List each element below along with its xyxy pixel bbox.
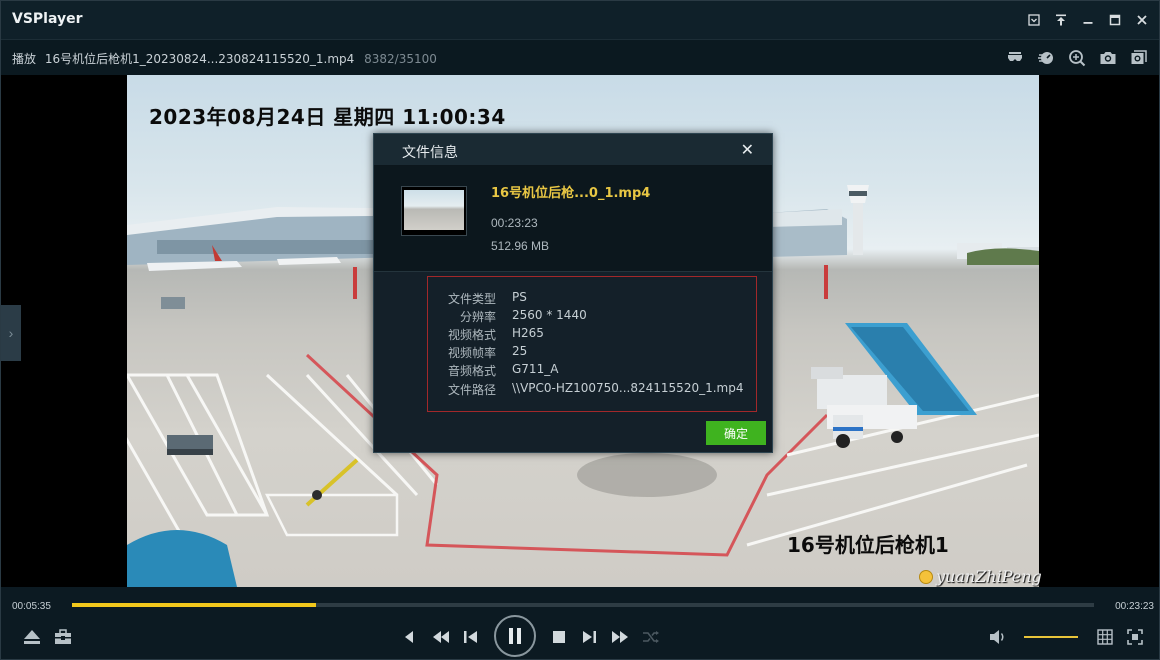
info-value: H265 <box>512 326 544 340</box>
dialog-file-size: 512.96 MB <box>491 239 550 253</box>
eject-icon <box>24 630 40 644</box>
pin-icon <box>1056 14 1066 26</box>
info-key: 音频格式 <box>447 364 496 378</box>
tray-icon <box>1028 14 1040 26</box>
stop-icon <box>553 631 565 643</box>
dialog-duration: 00:23:23 <box>491 216 538 230</box>
speaker-icon <box>990 630 1004 644</box>
file-label: 播放 16号机位后枪机1_20230824...230824115520_1.m… <box>12 50 437 67</box>
dialog-close-button[interactable]: ✕ <box>741 140 754 160</box>
info-value: 2560 * 1440 <box>512 308 587 322</box>
frame-forward-button[interactable] <box>578 627 600 647</box>
frame-back-button[interactable] <box>460 627 482 647</box>
fullscreen-button[interactable] <box>1124 627 1146 647</box>
volume-button[interactable] <box>987 627 1009 647</box>
pause-icon <box>509 628 521 644</box>
info-key: 视频格式 <box>447 328 496 342</box>
open-file-button[interactable] <box>21 627 43 647</box>
fast-forward-button[interactable] <box>608 627 632 647</box>
previous-icon <box>405 631 413 643</box>
total-time: 00:23:23 <box>1115 601 1154 612</box>
grid-icon <box>1097 629 1113 645</box>
speed-button[interactable] <box>1036 48 1056 68</box>
top-toolbar <box>1005 48 1149 68</box>
maximize-button[interactable] <box>1106 11 1124 29</box>
dialog-header: 文件信息 ✕ <box>374 134 772 166</box>
info-value: PS <box>512 290 527 304</box>
maximize-icon <box>1109 14 1121 26</box>
vr-button[interactable] <box>1005 48 1025 68</box>
current-time: 00:05:35 <box>12 601 51 612</box>
info-row-resolution: 分辨率 2560 * 1440 <box>428 308 758 326</box>
layout-grid-button[interactable] <box>1094 627 1116 647</box>
zoom-button[interactable] <box>1067 48 1087 68</box>
ok-button[interactable]: 确定 <box>706 421 766 445</box>
progress-bar[interactable] <box>72 603 1094 607</box>
info-row-file-path: 文件路径 \\VPC0-HZ100750...824115520_1.mp4 <box>428 381 758 399</box>
info-row-frame-rate: 视频帧率 25 <box>428 344 758 362</box>
frame-forward-icon <box>583 631 596 643</box>
info-key: 文件类型 <box>447 292 496 306</box>
volume-fill <box>1024 636 1078 638</box>
osd-camera-name: 16号机位后枪机1 <box>787 533 949 557</box>
watermark: yuanZhiPeng <box>919 567 1042 586</box>
info-row-video-format: 视频格式 H265 <box>428 326 758 344</box>
minimize-icon <box>1083 22 1093 24</box>
app-title: VSPlayer <box>12 11 83 27</box>
info-row-type: 文件类型 PS <box>428 290 758 308</box>
frame-counter: 8382/35100 <box>364 52 437 66</box>
osd-timestamp: 2023年08月24日 星期四 11:00:34 <box>149 105 506 129</box>
zoom-icon <box>1069 50 1086 67</box>
close-icon <box>1137 15 1147 25</box>
progress-fill <box>72 603 317 607</box>
speed-icon <box>1038 52 1053 64</box>
camera-icon <box>1100 52 1116 64</box>
player-window: VSPlayer 播放 16号机位后枪机1_20230824...2308241… <box>0 0 1160 660</box>
info-key: 分辨率 <box>459 310 496 324</box>
video-thumbnail <box>401 186 467 236</box>
smiley-icon <box>919 569 933 584</box>
volume-slider[interactable] <box>1024 636 1078 638</box>
dialog-file-name: 16号机位后枪...0_1.mp4 <box>491 186 651 201</box>
file-properties: 文件类型 PS 分辨率 2560 * 1440 视频格式 H265 视频帧率 2… <box>427 276 757 412</box>
minimize-to-tray-button[interactable] <box>1025 11 1043 29</box>
stop-button[interactable] <box>548 627 570 647</box>
info-value: G711_A <box>512 362 559 376</box>
chevron-right-icon: › <box>8 325 14 341</box>
info-row-audio-format: 音频格式 G711_A <box>428 362 758 380</box>
fullscreen-icon <box>1127 629 1143 645</box>
multi-camera-icon <box>1131 50 1147 64</box>
fast-forward-icon <box>612 631 628 643</box>
play-prefix: 播放 <box>12 52 37 66</box>
toolbox-button[interactable] <box>52 627 74 647</box>
title-bar: VSPlayer <box>1 1 1159 39</box>
info-value: 25 <box>512 344 528 358</box>
window-controls <box>1025 11 1151 29</box>
loop-button[interactable] <box>640 627 662 647</box>
info-key: 视频帧率 <box>447 346 496 360</box>
stop-prev-button[interactable] <box>399 627 419 647</box>
shuffle-icon <box>643 631 659 643</box>
file-info-dialog: 文件信息 ✕ 16号机位后枪...0_1.mp4 00:23:23 512.96… <box>373 133 773 453</box>
side-panel-toggle[interactable]: › <box>1 305 21 361</box>
file-name: 16号机位后枪机1_20230824...230824115520_1.mp4 <box>44 52 355 66</box>
rewind-icon <box>433 631 449 643</box>
multi-snapshot-button[interactable] <box>1129 48 1149 68</box>
info-key: 文件路径 <box>447 383 496 397</box>
info-value: \\VPC0-HZ100750...824115520_1.mp4 <box>512 381 744 395</box>
vr-icon <box>1008 52 1022 61</box>
file-summary: 16号机位后枪...0_1.mp4 00:23:23 512.96 MB <box>374 166 772 272</box>
pin-button[interactable] <box>1052 11 1070 29</box>
close-button[interactable] <box>1133 11 1151 29</box>
control-bar: 00:05:35 00:23:23 <box>1 587 1159 659</box>
pause-button[interactable] <box>494 615 536 657</box>
watermark-text: yuanZhiPeng <box>936 567 1042 586</box>
frame-back-icon <box>464 631 477 643</box>
minimize-button[interactable] <box>1079 11 1097 29</box>
toolbox-icon <box>55 629 71 644</box>
slow-down-button[interactable] <box>429 627 453 647</box>
dialog-title: 文件信息 <box>402 145 458 161</box>
snapshot-button[interactable] <box>1098 48 1118 68</box>
file-bar: 播放 16号机位后枪机1_20230824...230824115520_1.m… <box>1 39 1159 75</box>
